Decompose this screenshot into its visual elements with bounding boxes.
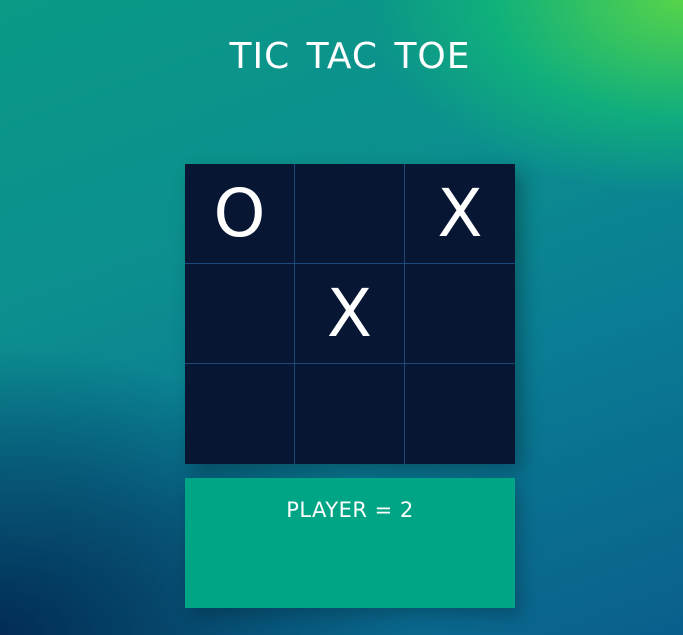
board-cell-1-1[interactable]: O	[185, 164, 295, 264]
board-cell-2-2[interactable]: X	[295, 264, 405, 364]
board-cell-2-3[interactable]	[405, 264, 515, 364]
board-cell-3-2[interactable]	[295, 364, 405, 464]
board-cell-1-3[interactable]: X	[405, 164, 515, 264]
board-cell-3-1[interactable]	[185, 364, 295, 464]
player-turn-status: PLAYER = 2	[286, 498, 414, 522]
game-board: O X X	[185, 164, 515, 464]
board-cell-3-3[interactable]	[405, 364, 515, 464]
status-panel: PLAYER = 2	[185, 478, 515, 608]
board-cell-1-2[interactable]	[295, 164, 405, 264]
board-cell-2-1[interactable]	[185, 264, 295, 364]
game-title: TIC TAC TOE	[229, 36, 471, 77]
